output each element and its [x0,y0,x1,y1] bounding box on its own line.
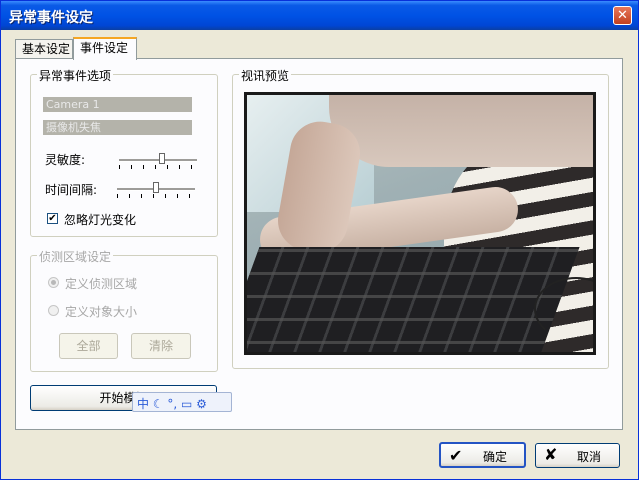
check-icon: ✔ [48,213,57,224]
ignore-light-label[interactable]: 忽略灯光变化 [64,211,136,228]
event-options-group: 异常事件选项 Camera 1 摄像机失焦 灵敏度: 时间间隔: ✔ 忽略灯光变… [30,67,218,237]
video-border [244,92,596,355]
slider-ticks [119,165,197,169]
event-options-title: 异常事件选项 [37,67,114,84]
interval-slider[interactable] [117,180,195,200]
sensitivity-slider[interactable] [119,151,197,171]
define-area-label[interactable]: 定义侦测区域 [65,275,137,292]
ok-button-label: 确定 [483,450,508,464]
close-icon: ✕ [617,8,628,23]
ime-toolbar[interactable]: 中 ☾ °, ▭ ⚙ [132,392,232,412]
close-button[interactable]: ✕ [613,6,632,25]
tab-basic-settings[interactable]: 基本设定 [15,39,73,59]
camera-field: Camera 1 [43,97,192,112]
detect-area-title: 侦测区域设定 [37,248,114,265]
define-area-radio[interactable] [48,277,59,288]
detect-area-group: 侦测区域设定 定义侦测区域 定义对象大小 全部 清除 [30,248,218,372]
define-size-radio[interactable] [48,305,59,316]
window-title: 异常事件设定 [9,10,93,26]
sensitivity-label: 灵敏度: [45,153,86,167]
tab-event-settings[interactable]: 事件设定 [73,37,137,60]
video-preview-title: 视讯预览 [239,67,292,84]
slider-ticks [117,194,195,198]
select-all-button[interactable]: 全部 [59,333,118,359]
interval-label: 时间间隔: [45,183,98,197]
checkmark-icon: ✔ [449,446,463,465]
cross-icon: ✘ [544,445,558,464]
ok-button[interactable]: ✔ 确定 [439,442,526,468]
slider-thumb[interactable] [153,182,159,193]
settings-window: 异常事件设定 ✕ 基本设定 事件设定 异常事件选项 Camera 1 摄像机失焦… [0,0,639,480]
ignore-light-checkbox[interactable]: ✔ [47,213,58,224]
cancel-button[interactable]: ✘ 取消 [535,443,620,468]
define-size-label[interactable]: 定义对象大小 [65,303,137,320]
clear-button[interactable]: 清除 [131,333,191,359]
title-bar[interactable]: 异常事件设定 ✕ [1,1,638,30]
slider-thumb[interactable] [158,153,165,164]
cancel-button-label: 取消 [577,450,602,464]
event-type-field: 摄像机失焦 [43,120,192,135]
ime-toolbar-icons[interactable]: 中 ☾ °, ▭ ⚙ [137,395,207,412]
camera-preview-image [244,92,596,355]
